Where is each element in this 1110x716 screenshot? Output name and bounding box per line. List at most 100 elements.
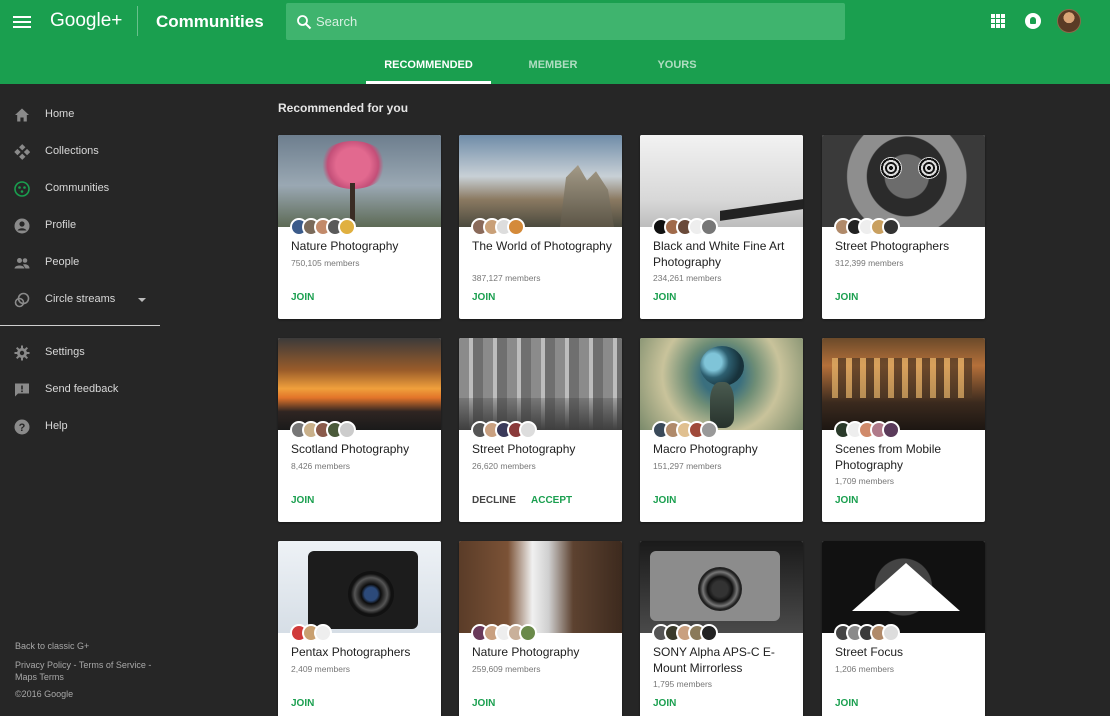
member-avatars: [652, 421, 718, 439]
sidebar-item-communities[interactable]: Communities: [0, 171, 160, 207]
community-card[interactable]: Nature Photography 259,609 members JOIN: [459, 541, 622, 716]
member-avatars: [471, 421, 537, 439]
member-avatars: [471, 218, 525, 236]
join-button[interactable]: JOIN: [291, 698, 314, 709]
apps-icon[interactable]: [991, 14, 1005, 28]
separator: -: [71, 660, 79, 670]
separator: -: [145, 660, 152, 670]
sidebar-item-label: Settings: [45, 346, 85, 358]
member-avatars: [290, 218, 356, 236]
decline-button[interactable]: DECLINE: [472, 495, 516, 506]
community-cover-image: [459, 135, 622, 227]
member-avatars: [290, 421, 356, 439]
community-card[interactable]: Black and White Fine Art Photography 234…: [640, 135, 803, 319]
community-cover-image: [640, 338, 803, 430]
notifications-icon[interactable]: [1025, 13, 1041, 29]
tab-yours[interactable]: YOURS: [615, 44, 739, 84]
community-cover-image: [459, 541, 622, 633]
footer-back-classic[interactable]: Back to classic G+: [15, 641, 89, 651]
join-button[interactable]: JOIN: [653, 292, 676, 303]
divider: [0, 325, 160, 326]
join-button[interactable]: JOIN: [472, 292, 495, 303]
community-card[interactable]: The World of Photography 387,127 members…: [459, 135, 622, 319]
maps-terms-link[interactable]: Maps Terms: [15, 672, 64, 682]
sidebar-item-label: Profile: [45, 219, 77, 231]
sidebar-item-home[interactable]: Home: [0, 97, 160, 133]
settings-icon: [14, 345, 30, 361]
back-to-classic-link[interactable]: Back to classic G+: [15, 641, 89, 651]
member-count: 8,426 members: [291, 461, 351, 471]
member-count: 1,795 members: [653, 679, 713, 689]
join-button[interactable]: JOIN: [835, 495, 858, 506]
home-icon: [15, 108, 29, 122]
member-count: 234,261 members: [653, 273, 722, 283]
member-count: 1,709 members: [835, 476, 895, 486]
community-card[interactable]: Street Photographers 312,399 members JOI…: [822, 135, 985, 319]
join-button[interactable]: JOIN: [653, 698, 676, 709]
feedback-icon: [15, 383, 29, 397]
top-app-bar: Google+ Communities RECOMMENDED MEMBER Y…: [0, 0, 1110, 84]
member-count: 1,206 members: [835, 664, 895, 674]
terms-of-service-link[interactable]: Terms of Service: [79, 660, 146, 670]
search-box[interactable]: [286, 3, 845, 40]
community-name: Street Photographers: [835, 239, 950, 253]
community-cover-image: [640, 135, 803, 227]
people-icon: [14, 258, 30, 269]
footer-copyright: ©2016 Google: [15, 689, 74, 699]
sidebar-item-people[interactable]: People: [0, 245, 160, 281]
community-card[interactable]: Scenes from Mobile Photography 1,709 mem…: [822, 338, 985, 522]
community-card[interactable]: Street Focus 1,206 members JOIN: [822, 541, 985, 716]
member-avatars: [290, 624, 332, 642]
divider: [137, 6, 138, 36]
sidebar-item-label: Home: [45, 108, 75, 120]
collections-icon: [14, 144, 30, 160]
join-button[interactable]: JOIN: [291, 292, 314, 303]
page-title: Communities: [156, 12, 264, 31]
sidebar-item-profile[interactable]: Profile: [0, 208, 160, 244]
sidebar-item-help[interactable]: ? Help: [0, 409, 160, 445]
community-name: Nature Photography: [472, 645, 580, 659]
community-card[interactable]: Scotland Photography 8,426 members JOIN: [278, 338, 441, 522]
search-input[interactable]: [316, 3, 836, 40]
community-name: Street Focus: [835, 645, 904, 659]
privacy-policy-link[interactable]: Privacy Policy: [15, 660, 71, 670]
join-button[interactable]: JOIN: [653, 495, 676, 506]
community-card[interactable]: Macro Photography 151,297 members JOIN: [640, 338, 803, 522]
community-card[interactable]: Nature Photography 750,105 members JOIN: [278, 135, 441, 319]
member-count: 151,297 members: [653, 461, 722, 471]
tab-member[interactable]: MEMBER: [491, 44, 615, 84]
sidebar-item-label: People: [45, 256, 80, 268]
sidebar-item-label: Communities: [45, 182, 110, 194]
join-button[interactable]: JOIN: [835, 292, 858, 303]
section-title: Recommended for you: [278, 101, 409, 115]
member-count: 312,399 members: [835, 258, 904, 268]
join-button[interactable]: JOIN: [835, 698, 858, 709]
community-card[interactable]: SONY Alpha APS-C E-Mount Mirrorless 1,79…: [640, 541, 803, 716]
join-button[interactable]: JOIN: [472, 698, 495, 709]
community-cover-image: [278, 338, 441, 430]
profile-icon: [14, 218, 30, 234]
chevron-down-icon[interactable]: [138, 298, 146, 302]
circle-streams-icon: [14, 292, 30, 308]
menu-icon[interactable]: [13, 14, 31, 30]
community-card[interactable]: Pentax Photographers 2,409 members JOIN: [278, 541, 441, 716]
community-name: SONY Alpha APS-C E-Mount Mirrorless: [653, 645, 775, 675]
community-name: Nature Photography: [291, 239, 399, 253]
community-card[interactable]: Street Photography 26,620 members DECLIN…: [459, 338, 622, 522]
community-name: Scenes from Mobile Photography: [835, 442, 942, 472]
sidebar-item-send-feedback[interactable]: Send feedback: [0, 372, 160, 408]
google-plus-logo[interactable]: Google+: [50, 10, 122, 32]
account-avatar[interactable]: [1057, 9, 1081, 33]
community-name: Black and White Fine Art Photography: [653, 239, 785, 269]
community-cover-image: [822, 338, 985, 430]
sidebar-item-circle-streams[interactable]: Circle streams: [0, 282, 160, 318]
sidebar-item-label: Send feedback: [45, 383, 119, 395]
accept-button[interactable]: ACCEPT: [531, 495, 572, 506]
join-button[interactable]: JOIN: [291, 495, 314, 506]
sidebar-item-label: Help: [45, 420, 68, 432]
tab-recommended[interactable]: RECOMMENDED: [366, 44, 491, 84]
sidebar-item-settings[interactable]: Settings: [0, 335, 160, 371]
search-icon: [297, 15, 312, 30]
sidebar-item-collections[interactable]: Collections: [0, 134, 160, 170]
member-count: 2,409 members: [291, 664, 351, 674]
